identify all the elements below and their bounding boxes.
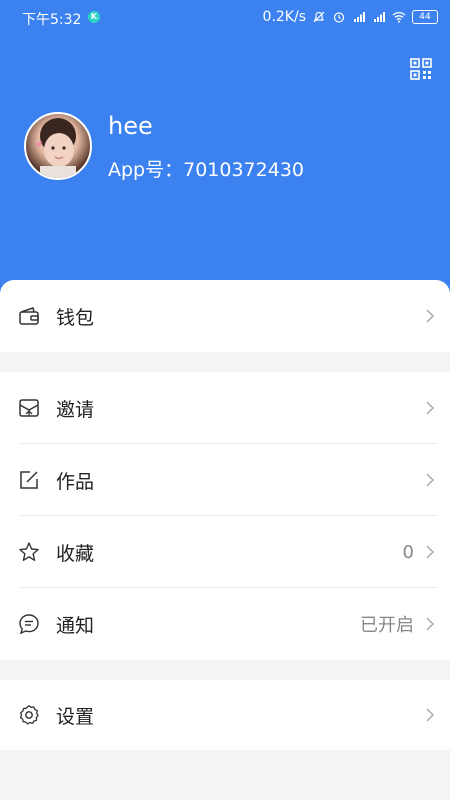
edit-icon xyxy=(20,471,38,489)
avatar[interactable] xyxy=(24,112,92,180)
qr-code-icon[interactable] xyxy=(410,58,432,80)
features-card: 邀请 作品 收藏 0 通知 已开启 xyxy=(0,372,450,660)
network-speed: 0.2K/s xyxy=(262,9,306,25)
avatar-photo-icon xyxy=(36,118,76,178)
menu-item-wallet[interactable]: 钱包 xyxy=(0,280,450,352)
k-app-icon: K xyxy=(88,11,100,23)
chevron-right-icon xyxy=(426,617,435,631)
menu-item-favorites[interactable]: 收藏 0 xyxy=(0,516,450,588)
signal-hd-1-icon xyxy=(354,12,365,22)
username: hee xyxy=(108,112,153,140)
app-id: App号：7010372430 xyxy=(108,159,305,181)
wallet-card: 钱包 xyxy=(0,280,450,352)
chevron-right-icon xyxy=(426,309,435,323)
menu-item-works[interactable]: 作品 xyxy=(0,444,450,516)
mute-bell-icon xyxy=(313,11,325,23)
menu-label-favorites: 收藏 xyxy=(56,542,95,565)
menu-label-invite: 邀请 xyxy=(56,398,95,421)
profile-screen: 下午5:32 K 0.2K/s 44 hee App号：7010372430 钱… xyxy=(0,0,450,800)
status-time: 下午5:32 xyxy=(22,12,82,28)
settings-card: 设置 xyxy=(0,680,450,750)
message-icon xyxy=(19,614,39,635)
alarm-icon xyxy=(333,12,345,23)
status-right-group: 0.2K/s 44 xyxy=(263,9,438,25)
chevron-right-icon xyxy=(426,473,435,487)
status-bar: 下午5:32 K 0.2K/s 44 xyxy=(0,0,450,36)
signal-hd-2-icon xyxy=(374,12,385,22)
chevron-right-icon xyxy=(426,401,435,415)
favorites-count: 0 xyxy=(402,541,414,563)
menu-label-works: 作品 xyxy=(56,470,95,493)
menu-item-notifications[interactable]: 通知 已开启 xyxy=(0,588,450,660)
settings-gear-icon xyxy=(19,705,39,725)
menu-label-notifications: 通知 xyxy=(56,614,95,637)
menu-item-invite[interactable]: 邀请 xyxy=(0,372,450,444)
battery-icon: 44 xyxy=(412,10,438,24)
profile-header: 下午5:32 K 0.2K/s 44 hee App号：7010372430 xyxy=(0,0,450,300)
invite-icon xyxy=(19,399,39,417)
menu-label-settings: 设置 xyxy=(56,705,95,728)
chevron-right-icon xyxy=(426,545,435,559)
notifications-status: 已开启 xyxy=(360,615,414,636)
menu-label-wallet: 钱包 xyxy=(56,306,95,329)
star-icon xyxy=(19,542,39,561)
wallet-icon xyxy=(19,307,39,325)
wifi-icon xyxy=(392,11,406,23)
menu-item-settings[interactable]: 设置 xyxy=(0,680,450,750)
chevron-right-icon xyxy=(426,708,435,722)
